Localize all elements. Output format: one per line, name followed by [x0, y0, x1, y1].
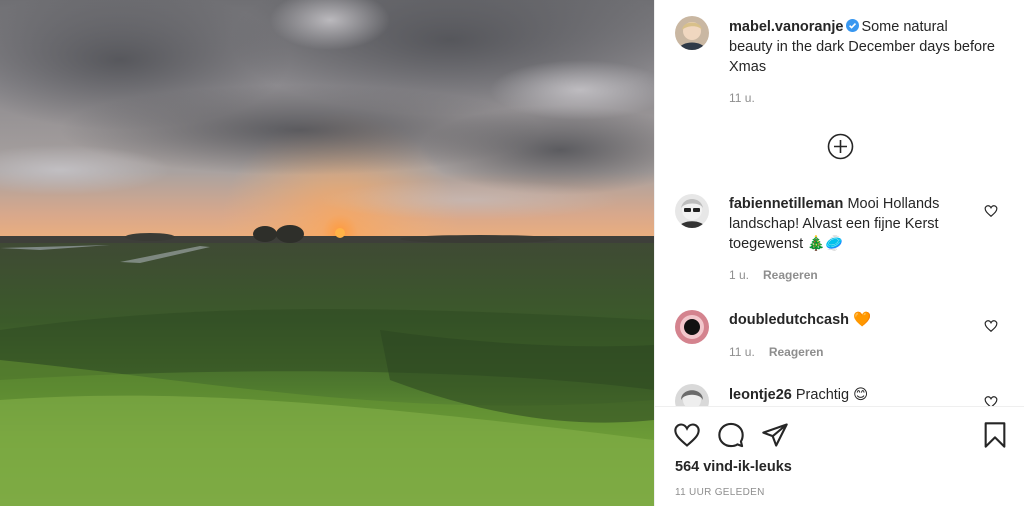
comment-body: fabiennetilleman Mooi Hollands landschap…	[729, 194, 979, 254]
comment-meta: 1 u. Reageren	[729, 267, 818, 283]
commenter-avatar[interactable]	[675, 194, 709, 228]
reply-button[interactable]: Reageren	[763, 268, 818, 282]
likes-count[interactable]: 564 vind-ik-leuks	[675, 459, 792, 475]
comment-emoji: 😊	[853, 387, 869, 403]
caption-meta: 11 u.	[729, 90, 755, 106]
comment-username[interactable]: doubledutchcash	[729, 312, 849, 328]
caption-age[interactable]: 11 u.	[729, 91, 755, 105]
post-caption: mabel.vanoranje Some natural beauty in th…	[729, 17, 995, 77]
commenter-avatar[interactable]	[675, 310, 709, 344]
author-username[interactable]: mabel.vanoranje	[729, 19, 843, 35]
verified-badge-icon	[846, 19, 860, 32]
save-bookmark-icon[interactable]	[981, 421, 1009, 449]
comments-scroll-area[interactable]: mabel.vanoranje Some natural beauty in th…	[655, 0, 1024, 406]
post-timestamp[interactable]: 11 UUR GELEDEN	[675, 487, 765, 498]
comment-like-heart-icon[interactable]	[984, 395, 998, 406]
author-avatar[interactable]	[675, 16, 709, 50]
landscape-sunset-image	[0, 0, 654, 506]
add-circle-icon[interactable]	[827, 133, 854, 160]
reply-button[interactable]: Reageren	[769, 345, 824, 359]
like-heart-icon[interactable]	[673, 421, 701, 449]
comment-emoji: 🧡	[853, 312, 872, 328]
comment-body: doubledutchcash 🧡	[729, 310, 979, 330]
comment-meta: 11 u. Reageren	[729, 344, 824, 360]
comment-username[interactable]: fabiennetilleman	[729, 196, 843, 212]
comment-body: leontje26 Prachtig 😊	[729, 385, 979, 405]
comment-username[interactable]: leontje26	[729, 387, 792, 403]
comment-like-heart-icon[interactable]	[984, 204, 998, 218]
commenter-avatar[interactable]	[675, 384, 709, 406]
comment-emoji: 🎄🥏	[807, 236, 844, 252]
share-paper-plane-icon[interactable]	[761, 421, 789, 449]
comment-bubble-icon[interactable]	[717, 421, 745, 449]
comment-text: Prachtig	[795, 387, 850, 403]
post-actions-bar: 564 vind-ik-leuks 11 UUR GELEDEN	[655, 406, 1024, 506]
comment-age[interactable]: 11 u.	[729, 345, 755, 359]
comment-age[interactable]: 1 u.	[729, 268, 749, 282]
post-side-panel: mabel.vanoranje Some natural beauty in th…	[654, 0, 1024, 506]
comment-like-heart-icon[interactable]	[984, 319, 998, 333]
post-photo[interactable]	[0, 0, 654, 506]
